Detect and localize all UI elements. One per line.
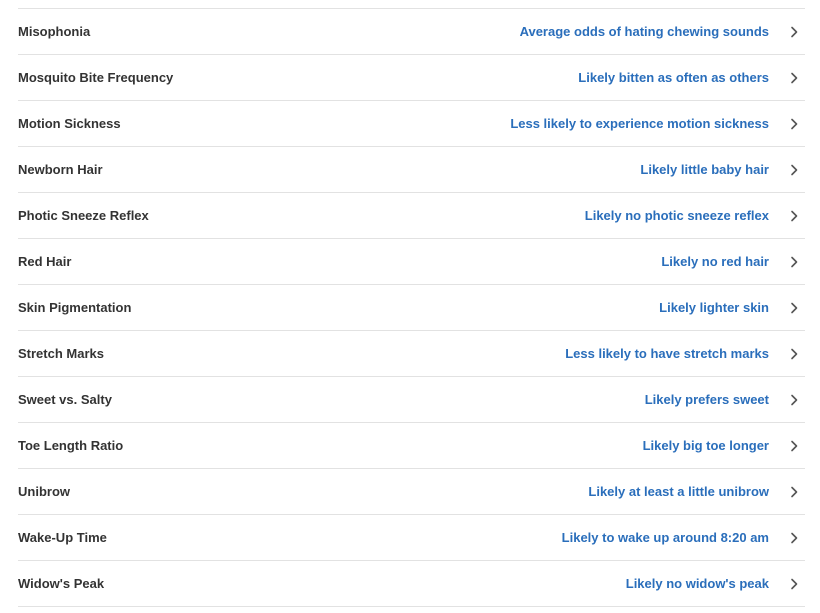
trait-result[interactable]: Less likely to have stretch marks bbox=[565, 346, 769, 361]
trait-result[interactable]: Likely prefers sweet bbox=[645, 392, 769, 407]
trait-result[interactable]: Less likely to experience motion sicknes… bbox=[510, 116, 769, 131]
trait-row-widows-peak[interactable]: Widow's Peak Likely no widow's peak bbox=[18, 561, 805, 607]
trait-name: Stretch Marks bbox=[18, 346, 104, 361]
trait-row-photic-sneeze-reflex[interactable]: Photic Sneeze Reflex Likely no photic sn… bbox=[18, 193, 805, 239]
trait-row-unibrow[interactable]: Unibrow Likely at least a little unibrow bbox=[18, 469, 805, 515]
trait-result[interactable]: Likely no widow's peak bbox=[626, 576, 769, 591]
trait-row-wake-up-time[interactable]: Wake-Up Time Likely to wake up around 8:… bbox=[18, 515, 805, 561]
trait-result[interactable]: Likely no red hair bbox=[661, 254, 769, 269]
chevron-right-icon[interactable] bbox=[789, 394, 799, 406]
trait-list: Misophonia Average odds of hating chewin… bbox=[18, 8, 805, 607]
chevron-right-icon[interactable] bbox=[789, 578, 799, 590]
trait-result[interactable]: Likely no photic sneeze reflex bbox=[585, 208, 769, 223]
trait-result[interactable]: Likely big toe longer bbox=[643, 438, 769, 453]
trait-name: Newborn Hair bbox=[18, 162, 103, 177]
chevron-right-icon[interactable] bbox=[789, 486, 799, 498]
trait-row-skin-pigmentation[interactable]: Skin Pigmentation Likely lighter skin bbox=[18, 285, 805, 331]
trait-name: Widow's Peak bbox=[18, 576, 105, 591]
chevron-right-icon[interactable] bbox=[789, 210, 799, 222]
chevron-right-icon[interactable] bbox=[789, 256, 799, 268]
trait-row-misophonia[interactable]: Misophonia Average odds of hating chewin… bbox=[18, 9, 805, 55]
trait-name: Sweet vs. Salty bbox=[18, 392, 112, 407]
chevron-right-icon[interactable] bbox=[789, 164, 799, 176]
chevron-right-icon[interactable] bbox=[789, 118, 799, 130]
trait-result[interactable]: Likely lighter skin bbox=[659, 300, 769, 315]
trait-row-toe-length-ratio[interactable]: Toe Length Ratio Likely big toe longer bbox=[18, 423, 805, 469]
trait-name: Motion Sickness bbox=[18, 116, 121, 131]
trait-row-red-hair[interactable]: Red Hair Likely no red hair bbox=[18, 239, 805, 285]
trait-row-motion-sickness[interactable]: Motion Sickness Less likely to experienc… bbox=[18, 101, 805, 147]
trait-row-sweet-vs-salty[interactable]: Sweet vs. Salty Likely prefers sweet bbox=[18, 377, 805, 423]
trait-result[interactable]: Likely little baby hair bbox=[640, 162, 769, 177]
trait-name: Photic Sneeze Reflex bbox=[18, 208, 149, 223]
chevron-right-icon[interactable] bbox=[789, 532, 799, 544]
trait-result[interactable]: Average odds of hating chewing sounds bbox=[520, 24, 769, 39]
trait-result[interactable]: Likely to wake up around 8:20 am bbox=[562, 530, 769, 545]
trait-row-newborn-hair[interactable]: Newborn Hair Likely little baby hair bbox=[18, 147, 805, 193]
trait-name: Wake-Up Time bbox=[18, 530, 107, 545]
trait-name: Unibrow bbox=[18, 484, 70, 499]
trait-name: Skin Pigmentation bbox=[18, 300, 132, 315]
trait-name: Misophonia bbox=[18, 24, 91, 39]
chevron-right-icon[interactable] bbox=[789, 302, 799, 314]
trait-row-stretch-marks[interactable]: Stretch Marks Less likely to have stretc… bbox=[18, 331, 805, 377]
trait-name: Mosquito Bite Frequency bbox=[18, 70, 174, 85]
chevron-right-icon[interactable] bbox=[789, 348, 799, 360]
trait-row-mosquito-bite-frequency[interactable]: Mosquito Bite Frequency Likely bitten as… bbox=[18, 55, 805, 101]
trait-result[interactable]: Likely at least a little unibrow bbox=[588, 484, 769, 499]
trait-result[interactable]: Likely bitten as often as others bbox=[578, 70, 769, 85]
trait-name: Red Hair bbox=[18, 254, 72, 269]
chevron-right-icon[interactable] bbox=[789, 26, 799, 38]
chevron-right-icon[interactable] bbox=[789, 440, 799, 452]
trait-name: Toe Length Ratio bbox=[18, 438, 124, 453]
chevron-right-icon[interactable] bbox=[789, 72, 799, 84]
